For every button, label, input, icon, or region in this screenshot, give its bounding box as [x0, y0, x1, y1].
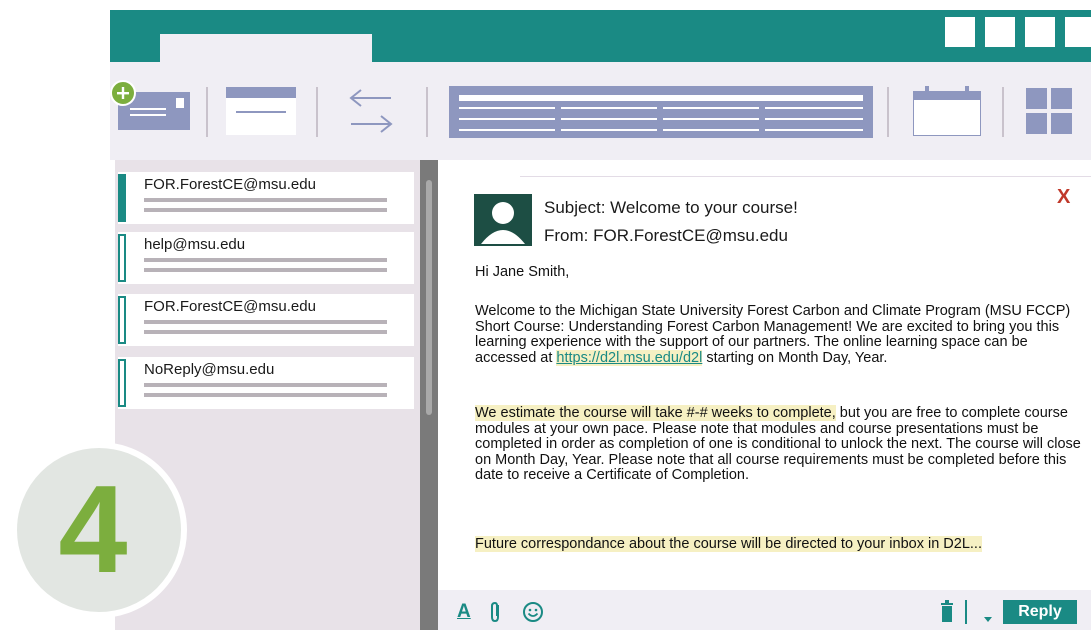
- scrollbar-thumb[interactable]: [426, 180, 432, 415]
- toolbar-separator: [316, 87, 318, 137]
- course-link[interactable]: https://d2l.msu.edu/d2l: [556, 349, 703, 366]
- item-indicator: [118, 296, 126, 344]
- highlighted-estimate: We estimate the course will take #-# wee…: [475, 405, 836, 421]
- sender-address: help@msu.edu: [144, 236, 246, 253]
- apps-grid-icon[interactable]: [1026, 88, 1072, 134]
- new-mail-icon[interactable]: [110, 78, 200, 134]
- preview-line: [144, 198, 387, 202]
- mail-list-item[interactable]: NoReply@msu.edu: [118, 357, 414, 409]
- reply-button[interactable]: Reply: [1003, 600, 1077, 624]
- toolbar-separator: [1002, 87, 1004, 137]
- grid-table-icon[interactable]: [449, 86, 873, 138]
- item-indicator: [118, 234, 126, 282]
- message-from: From: FOR.ForestCE@msu.edu: [544, 226, 788, 245]
- trash-icon[interactable]: [940, 600, 954, 624]
- mail-window-icon[interactable]: [226, 87, 296, 135]
- transfer-icon[interactable]: [345, 88, 397, 134]
- mail-list-item[interactable]: help@msu.edu: [118, 232, 414, 284]
- mail-list-item[interactable]: FOR.ForestCE@msu.edu: [118, 294, 414, 346]
- close-icon[interactable]: X: [1057, 186, 1070, 209]
- window-button-1[interactable]: [945, 17, 975, 47]
- preview-line: [144, 320, 387, 324]
- reading-pane-divider: [520, 176, 1091, 177]
- message-paragraph-1: Welcome to the Michigan State University…: [475, 303, 1083, 366]
- format-text-icon[interactable]: A: [457, 601, 471, 623]
- avatar: [474, 194, 532, 246]
- highlighted-correspondence: Future correspondance about the course w…: [475, 536, 982, 552]
- toolbar-separator: [426, 87, 428, 137]
- preview-line: [144, 268, 387, 272]
- toolbar-separator: [206, 87, 208, 137]
- footer-separator: [965, 600, 967, 624]
- preview-line: [144, 393, 387, 397]
- calendar-icon[interactable]: [912, 86, 982, 137]
- preview-line: [144, 208, 387, 212]
- sender-address: FOR.ForestCE@msu.edu: [144, 298, 316, 315]
- attach-icon[interactable]: [487, 600, 503, 624]
- message-greeting: Hi Jane Smith,: [475, 264, 570, 280]
- preview-line: [144, 383, 387, 387]
- user-icon: [481, 202, 525, 244]
- window-button-3[interactable]: [1025, 17, 1055, 47]
- preview-line: [144, 258, 387, 262]
- sender-address: FOR.ForestCE@msu.edu: [144, 176, 316, 193]
- message-paragraph-3: Future correspondance about the course w…: [475, 536, 1075, 553]
- toolbar-separator: [887, 87, 889, 137]
- preview-line: [144, 330, 387, 334]
- paragraph-1-end: starting on Month Day, Year.: [702, 349, 888, 366]
- selected-indicator: [118, 174, 126, 222]
- chevron-down-icon[interactable]: [982, 609, 994, 622]
- window-button-2[interactable]: [985, 17, 1015, 47]
- message-subject: Subject: Welcome to your course!: [544, 198, 798, 217]
- sender-address: NoReply@msu.edu: [144, 361, 275, 378]
- emoji-icon[interactable]: [522, 601, 544, 623]
- item-indicator: [118, 359, 126, 407]
- window-button-4[interactable]: [1065, 17, 1091, 47]
- message-paragraph-2: We estimate the course will take #-# wee…: [475, 405, 1083, 484]
- mail-list-item[interactable]: FOR.ForestCE@msu.edu: [118, 172, 414, 224]
- step-number: 4: [58, 461, 128, 599]
